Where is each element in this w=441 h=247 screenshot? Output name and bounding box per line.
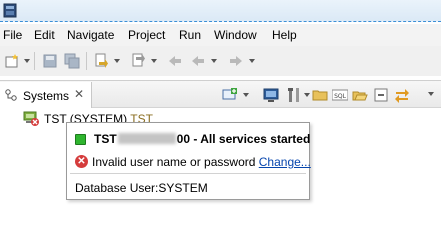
menu-file[interactable]: File: [3, 28, 22, 42]
main-toolbar: [0, 46, 441, 76]
redacted-block: [117, 133, 176, 144]
tooltip-title-row: TST 00 - All services started: [75, 132, 310, 147]
menu-project[interactable]: Project: [128, 28, 165, 42]
systems-view-icon: [5, 89, 17, 101]
svg-text:SQL: SQL: [334, 93, 347, 100]
next-annotation-icon[interactable]: [93, 53, 109, 69]
tooltip-title: TST 00 - All services started: [94, 132, 310, 146]
database-user-label: Database User:SYSTEM: [75, 181, 208, 195]
tooltip-divider: [70, 173, 306, 174]
menu-edit[interactable]: Edit: [34, 28, 55, 42]
new-dropdown-icon[interactable]: [24, 59, 30, 63]
tab-systems[interactable]: Systems ✕: [0, 82, 92, 109]
status-started-icon: [75, 134, 86, 145]
tooltip-error-row: ✕ Invalid user name or password Change..…: [75, 155, 311, 169]
collapse-icon[interactable]: [373, 87, 389, 103]
error-icon: ✕: [75, 155, 88, 168]
save-icon[interactable]: [42, 53, 58, 69]
menu-navigate[interactable]: Navigate: [67, 28, 114, 42]
menu-window[interactable]: Window: [214, 28, 257, 42]
forward-dropdown-icon[interactable]: [249, 59, 255, 63]
add-system-icon[interactable]: [222, 87, 238, 103]
back-dropdown-icon[interactable]: [211, 59, 217, 63]
change-credentials-link[interactable]: Change...: [259, 155, 311, 169]
back-icon[interactable]: [190, 53, 206, 69]
forward-icon[interactable]: [228, 53, 244, 69]
prev-annotation-dropdown-icon[interactable]: [151, 59, 157, 63]
menu-help[interactable]: Help: [272, 28, 297, 42]
tooltip-title-prefix: TST: [94, 132, 117, 146]
view-menu-icon[interactable]: [428, 92, 434, 96]
open-icon[interactable]: [352, 87, 368, 103]
sql-console-icon[interactable]: SQL: [332, 87, 348, 103]
next-annotation-dropdown-icon[interactable]: [114, 59, 120, 63]
toolbar-separator: [34, 52, 35, 70]
menu-run[interactable]: Run: [179, 28, 201, 42]
system-icon: [23, 111, 39, 126]
tools-dropdown-icon[interactable]: [304, 93, 310, 97]
new-icon[interactable]: [4, 53, 20, 69]
monitor-icon[interactable]: [263, 87, 279, 103]
menu-bar: File Edit Navigate Project Run Window He…: [0, 24, 441, 46]
folder-icon[interactable]: [312, 87, 328, 103]
app-icon: [3, 3, 17, 18]
link-editor-icon[interactable]: [394, 87, 410, 103]
tooltip-title-suffix: 00 - All services started: [176, 132, 311, 146]
tools-icon[interactable]: [286, 87, 302, 103]
error-message: Invalid user name or password: [92, 155, 256, 169]
window-title-bar: [0, 0, 441, 22]
close-icon[interactable]: ✕: [74, 87, 84, 101]
systems-view-header: Systems ✕ SQL: [0, 80, 441, 109]
toolbar-separator: [86, 52, 87, 70]
save-all-icon[interactable]: [64, 53, 80, 69]
add-system-dropdown-icon[interactable]: [243, 93, 249, 97]
prev-annotation-icon[interactable]: [130, 53, 146, 69]
tab-systems-label: Systems: [23, 89, 70, 103]
last-edit-icon[interactable]: [167, 53, 183, 69]
system-status-tooltip: TST 00 - All services started ✕ Invalid u…: [66, 122, 311, 200]
